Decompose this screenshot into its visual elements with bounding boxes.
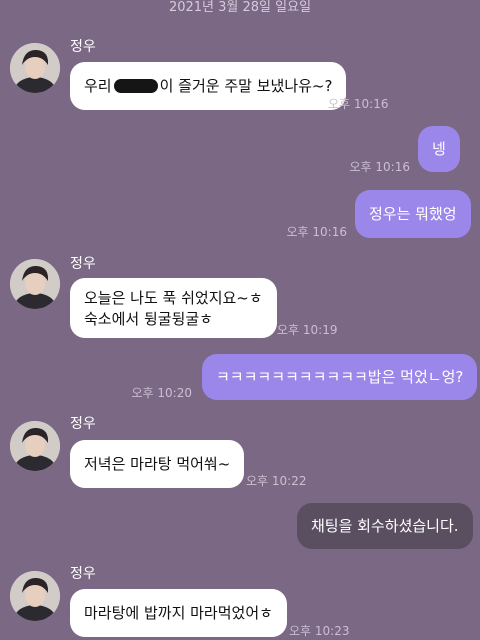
redacted-name-icon bbox=[113, 79, 158, 93]
message-bubble-incoming[interactable]: 우리 이 즐거운 주말 보냈나유~? bbox=[70, 62, 347, 110]
message-line: 숙소에서 뒹굴뒹굴ㅎ bbox=[84, 310, 213, 328]
message-text-after: 이 즐거운 주말 보냈나유~? bbox=[159, 76, 333, 95]
recalled-message-bubble[interactable]: 채팅을 회수하셨습니다. bbox=[297, 503, 473, 549]
message-text: ㅋㅋㅋㅋㅋㅋㅋㅋㅋㅋㅋ밥은 먹었ㄴ엉? bbox=[216, 367, 464, 386]
recalled-message-text: 채팅을 회수하셨습니다. bbox=[311, 516, 459, 535]
avatar[interactable] bbox=[10, 571, 60, 621]
date-header: 2021년 3월 28일 일요일 bbox=[168, 0, 312, 15]
message-timestamp: 오후 10:19 bbox=[277, 323, 338, 337]
message-timestamp: 오후 10:23 bbox=[289, 624, 350, 638]
message-bubble-incoming[interactable]: 마라탕에 밥까지 마라먹었어ㅎ bbox=[70, 589, 287, 637]
sender-name: 정우 bbox=[70, 566, 96, 582]
avatar[interactable] bbox=[10, 421, 60, 471]
message-timestamp: 오후 10:16 bbox=[286, 225, 347, 239]
message-timestamp: 오후 10:20 bbox=[131, 386, 192, 400]
message-text: 넹 bbox=[432, 139, 446, 158]
message-timestamp: 오후 10:16 bbox=[349, 160, 410, 174]
sender-name: 정우 bbox=[70, 39, 96, 55]
message-timestamp: 오후 10:16 bbox=[328, 97, 389, 111]
message-bubble-outgoing[interactable]: ㅋㅋㅋㅋㅋㅋㅋㅋㅋㅋㅋ밥은 먹었ㄴ엉? bbox=[202, 354, 478, 400]
message-text-before: 우리 bbox=[84, 76, 112, 95]
message-bubble-incoming[interactable]: 오늘은 나도 푹 쉬었지요~ㅎ 숙소에서 뒹굴뒹굴ㅎ bbox=[70, 278, 277, 338]
avatar[interactable] bbox=[10, 259, 60, 309]
message-text: 정우는 뭐했엉 bbox=[369, 204, 457, 223]
message-timestamp: 오후 10:22 bbox=[246, 474, 307, 488]
message-bubble-outgoing[interactable]: 넹 bbox=[418, 126, 460, 172]
message-line: 오늘은 나도 푹 쉬었지요~ㅎ bbox=[84, 289, 263, 307]
message-bubble-incoming[interactable]: 저녁은 마라탕 먹어쒀~ bbox=[70, 440, 245, 488]
avatar[interactable] bbox=[10, 43, 60, 93]
message-bubble-outgoing[interactable]: 정우는 뭐했엉 bbox=[355, 190, 471, 238]
sender-name: 정우 bbox=[70, 256, 96, 272]
message-text: 저녁은 마라탕 먹어쒀~ bbox=[84, 454, 231, 473]
sender-name: 정우 bbox=[70, 416, 96, 432]
message-text: 마라탕에 밥까지 마라먹었어ㅎ bbox=[84, 603, 273, 622]
